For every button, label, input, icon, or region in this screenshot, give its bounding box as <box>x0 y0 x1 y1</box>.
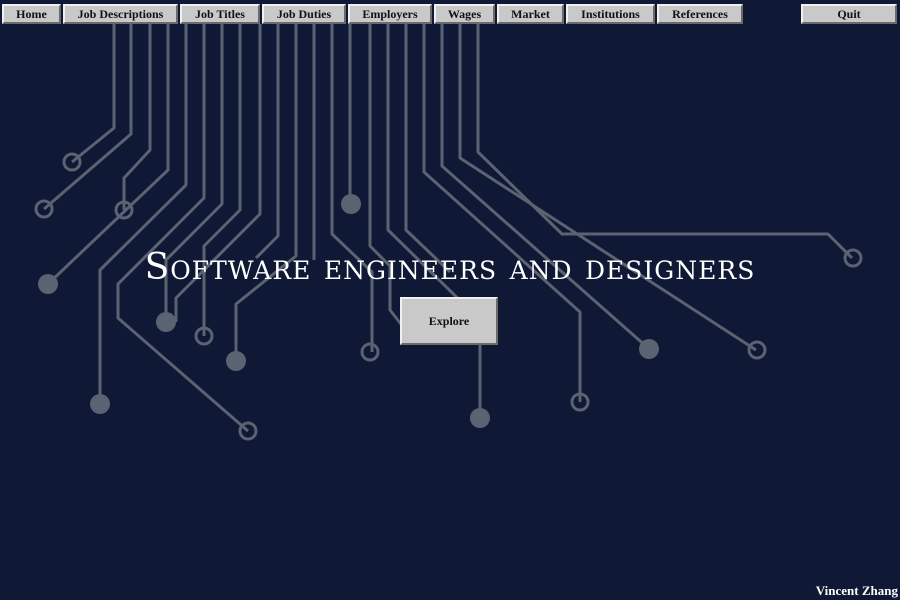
page-title: Software engineers and designers <box>144 247 756 288</box>
nav-job-duties-button[interactable]: Job Duties <box>262 4 346 24</box>
nav-market-button[interactable]: Market <box>497 4 564 24</box>
explore-button[interactable]: Explore <box>400 297 498 345</box>
quit-button[interactable]: Quit <box>801 4 897 24</box>
author-credit: Vincent Zhang <box>815 583 898 598</box>
nav-home-button[interactable]: Home <box>2 4 61 24</box>
nav-job-titles-button[interactable]: Job Titles <box>180 4 260 24</box>
app-window: Home Job Descriptions Job Titles Job Dut… <box>0 0 900 600</box>
nav-wages-button[interactable]: Wages <box>434 4 495 24</box>
nav-job-descriptions-button[interactable]: Job Descriptions <box>63 4 178 24</box>
nav-references-button[interactable]: References <box>657 4 743 24</box>
nav-employers-button[interactable]: Employers <box>348 4 432 24</box>
nav-institutions-button[interactable]: Institutions <box>566 4 655 24</box>
